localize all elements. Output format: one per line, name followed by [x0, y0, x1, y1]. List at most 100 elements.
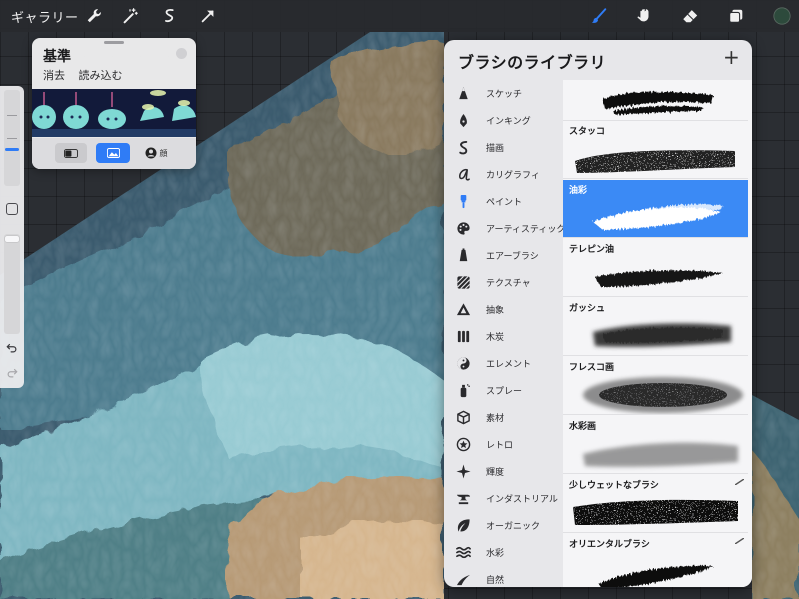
- color-swatch-icon[interactable]: [771, 5, 793, 27]
- clear-button[interactable]: 消去: [43, 69, 65, 82]
- cube-icon: [455, 409, 471, 425]
- brush-item[interactable]: 水彩画: [563, 416, 748, 474]
- brush-stroke-preview: [583, 442, 738, 467]
- gallery-button[interactable]: ギャラリー: [11, 7, 79, 26]
- category-label: エアーブラシ: [486, 252, 539, 262]
- calligraphy-a-icon: [455, 166, 471, 182]
- brush-item[interactable]: 少しウェットなブラシ: [563, 475, 748, 533]
- pencil-tip-icon: [455, 85, 471, 101]
- brush-item-selected[interactable]: 油彩: [563, 180, 748, 238]
- charcoal-icon: [455, 328, 471, 344]
- brush-item[interactable]: テレピン油: [563, 239, 748, 297]
- category-item-artistic[interactable]: アーティスティック: [444, 215, 565, 242]
- anvil-icon: [455, 490, 471, 506]
- category-label: エレメント: [486, 360, 532, 370]
- category-item-organic[interactable]: オーガニック: [444, 512, 563, 539]
- category-item-texture[interactable]: テクスチャ: [444, 269, 563, 296]
- category-label: 水彩: [486, 549, 505, 559]
- brush-category-list: スケッチ インキング 描画 カリグラフィ ペイント アーティスティック エアーブ…: [444, 80, 565, 587]
- eraser-tool-icon[interactable]: [679, 5, 701, 27]
- category-item-elements[interactable]: エレメント: [444, 350, 563, 377]
- reference-image: [32, 89, 196, 137]
- category-item-airbrush[interactable]: エアーブラシ: [444, 242, 563, 269]
- brush-list: スタッコ 油彩 テレピン油 ガッシュ フレスコ画 水彩画 少しウェットなブラシ …: [563, 80, 752, 587]
- category-item-abstract[interactable]: 抽象: [444, 296, 563, 323]
- reference-mode-bar: 顔: [32, 138, 196, 169]
- transform-arrow-icon[interactable]: [197, 5, 219, 27]
- category-label: インキング: [486, 117, 531, 127]
- category-item-watercolor[interactable]: 水彩: [444, 539, 563, 566]
- import-button[interactable]: 読み込む: [79, 69, 123, 82]
- brush-item[interactable]: [563, 63, 748, 121]
- brush-item[interactable]: フレスコ画: [563, 357, 748, 415]
- brush-stroke-preview: [573, 499, 738, 525]
- opacity-slider[interactable]: [4, 234, 20, 334]
- brush-size-slider[interactable]: [4, 90, 20, 186]
- category-item-spray[interactable]: スプレー: [444, 377, 563, 404]
- category-item-drawing[interactable]: 描画: [444, 134, 563, 161]
- brush-item[interactable]: ガッシュ: [563, 298, 748, 356]
- category-item-charcoal[interactable]: 木炭: [444, 323, 563, 350]
- waves-icon: [455, 544, 471, 560]
- brush-stroke-preview: [593, 323, 731, 347]
- canvas-mode-button[interactable]: [55, 143, 87, 163]
- brush-stroke-preview: [575, 150, 735, 173]
- yin-yang-icon: [455, 355, 471, 371]
- brush-size-thumb[interactable]: [5, 148, 19, 151]
- category-item-industrial[interactable]: インダストリアル: [444, 485, 563, 512]
- canvas-mode-icon: [64, 148, 78, 158]
- category-label: スプレー: [486, 387, 523, 397]
- category-label: 木炭: [486, 333, 505, 343]
- modify-button[interactable]: [6, 203, 18, 215]
- category-item-calligraphy[interactable]: カリグラフィ: [444, 161, 563, 188]
- category-item-luminance[interactable]: 輝度: [444, 458, 563, 485]
- star-badge-icon: [455, 436, 471, 452]
- selection-icon[interactable]: [159, 5, 181, 27]
- category-label: オーガニック: [486, 522, 541, 532]
- reference-panel: 基準 消去 読み込む 顔: [32, 38, 196, 169]
- redo-icon[interactable]: [5, 366, 19, 380]
- category-label: 自然: [486, 576, 505, 586]
- painting-artwork-edge: [752, 395, 799, 599]
- drag-handle[interactable]: [104, 41, 124, 44]
- pen-nib-icon: [455, 112, 471, 128]
- opacity-thumb[interactable]: [5, 236, 19, 242]
- brush-stroke-preview: [593, 204, 723, 230]
- category-item-inking[interactable]: インキング: [444, 107, 563, 134]
- category-label: ペイント: [486, 198, 523, 208]
- brush-stroke-preview: [583, 377, 743, 413]
- leaf-icon: [455, 517, 471, 533]
- smudge-tool-icon[interactable]: [633, 5, 655, 27]
- category-item-nature[interactable]: 自然: [444, 566, 563, 587]
- image-mode-button[interactable]: [96, 143, 130, 163]
- brush-stroke-preview: [595, 270, 723, 287]
- left-sidebar: [0, 86, 24, 388]
- category-item-sketch[interactable]: スケッチ: [444, 80, 563, 107]
- brush-item[interactable]: オリエンタルブラシ: [563, 534, 748, 587]
- category-label: 描画: [486, 144, 505, 154]
- category-label: レトロ: [486, 441, 514, 451]
- category-label: 素材: [486, 414, 505, 424]
- slider-tick: [7, 115, 17, 116]
- image-icon: [106, 148, 120, 158]
- category-item-paint[interactable]: ペイント: [444, 188, 563, 215]
- brush-tool-icon[interactable]: [588, 5, 610, 27]
- brush-item[interactable]: スタッコ: [563, 121, 748, 179]
- close-icon[interactable]: [176, 48, 187, 59]
- triangle-icon: [455, 301, 471, 317]
- category-item-retro[interactable]: レトロ: [444, 431, 563, 458]
- wrench-icon[interactable]: [83, 5, 105, 27]
- magic-wand-icon[interactable]: [119, 5, 141, 27]
- spray-can-icon: [455, 382, 471, 398]
- category-label: 抽象: [486, 306, 505, 316]
- category-label: スケッチ: [486, 90, 523, 100]
- top-toolbar: ギャラリー: [0, 0, 799, 32]
- airbrush-icon: [455, 247, 471, 263]
- category-label: インダストリアル: [486, 495, 558, 505]
- category-label: 輝度: [486, 468, 505, 478]
- layers-icon[interactable]: [725, 5, 747, 27]
- undo-icon[interactable]: [5, 341, 19, 355]
- reference-actions: 消去 読み込む: [43, 67, 133, 83]
- face-mode-button[interactable]: 顔: [140, 143, 172, 163]
- category-item-materials[interactable]: 素材: [444, 404, 563, 431]
